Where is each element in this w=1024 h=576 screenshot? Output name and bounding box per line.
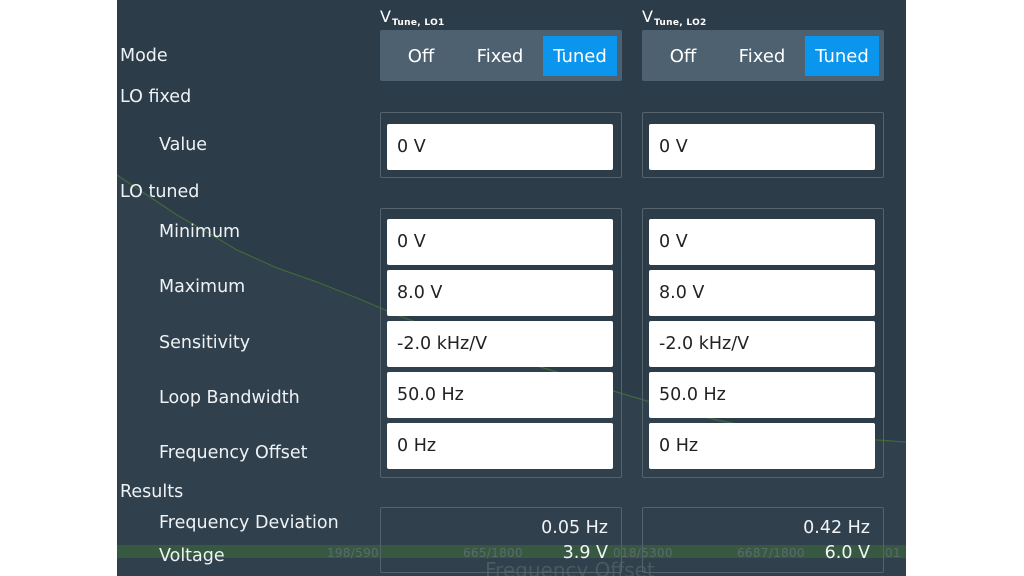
- label-maximum: Maximum: [159, 277, 246, 297]
- mode-option-fixed[interactable]: Fixed: [466, 36, 534, 76]
- label-mode: Mode: [120, 46, 168, 66]
- voltage-lo1: 3.9 V: [562, 543, 608, 563]
- sensitivity-field-lo2[interactable]: -2.0 kHz/V: [649, 321, 875, 367]
- label-lo-fixed: LO fixed: [120, 87, 192, 107]
- voltage-lo2: 6.0 V: [824, 543, 870, 563]
- label-sensitivity: Sensitivity: [159, 333, 251, 353]
- label-frequency-offset: Frequency Offset: [159, 443, 308, 463]
- frequency-deviation-lo1: 0.05 Hz: [541, 518, 608, 538]
- frequency-deviation-lo2: 0.42 Hz: [803, 518, 870, 538]
- minimum-field-lo2[interactable]: 0 V: [649, 219, 875, 265]
- column-header-lo1: VTune, LO1: [380, 7, 445, 28]
- column-header-lo2: VTune, LO2: [642, 7, 707, 28]
- label-voltage: Voltage: [159, 546, 225, 566]
- minimum-field-lo1[interactable]: 0 V: [387, 219, 613, 265]
- column-symbol: V: [642, 7, 653, 26]
- maximum-field-lo2[interactable]: 8.0 V: [649, 270, 875, 316]
- column-subscript: Tune, LO1: [391, 18, 445, 28]
- label-frequency-deviation: Frequency Deviation: [159, 513, 339, 533]
- mode-option-tuned[interactable]: Tuned: [805, 36, 879, 76]
- column-symbol: V: [380, 7, 391, 26]
- axis-tick: 01: [885, 546, 901, 560]
- mode-selector-lo1: Off Fixed Tuned: [380, 30, 622, 81]
- sensitivity-field-lo1[interactable]: -2.0 kHz/V: [387, 321, 613, 367]
- label-minimum: Minimum: [159, 222, 241, 242]
- vtune-settings-panel: 198/590 665/1800 018/5300 6687/1800 01 F…: [117, 0, 906, 576]
- value-field-lo1[interactable]: 0 V: [387, 124, 613, 170]
- frequency-offset-field-lo1[interactable]: 0 Hz: [387, 423, 613, 469]
- loop-bandwidth-field-lo2[interactable]: 50.0 Hz: [649, 372, 875, 418]
- results-frame-lo1: [380, 507, 622, 573]
- frequency-offset-field-lo2[interactable]: 0 Hz: [649, 423, 875, 469]
- label-results: Results: [120, 482, 184, 502]
- label-lo-tuned: LO tuned: [120, 182, 200, 202]
- mode-option-tuned[interactable]: Tuned: [543, 36, 617, 76]
- mode-selector-lo2: Off Fixed Tuned: [642, 30, 884, 81]
- loop-bandwidth-field-lo1[interactable]: 50.0 Hz: [387, 372, 613, 418]
- label-value: Value: [159, 135, 208, 155]
- mode-option-fixed[interactable]: Fixed: [728, 36, 796, 76]
- maximum-field-lo1[interactable]: 8.0 V: [387, 270, 613, 316]
- label-loop-bandwidth: Loop Bandwidth: [159, 388, 300, 408]
- value-field-lo2[interactable]: 0 V: [649, 124, 875, 170]
- column-subscript: Tune, LO2: [653, 18, 707, 28]
- mode-option-off[interactable]: Off: [648, 36, 718, 76]
- axis-tick: 198/590: [327, 546, 379, 560]
- results-frame-lo2: [642, 507, 884, 573]
- mode-option-off[interactable]: Off: [386, 36, 456, 76]
